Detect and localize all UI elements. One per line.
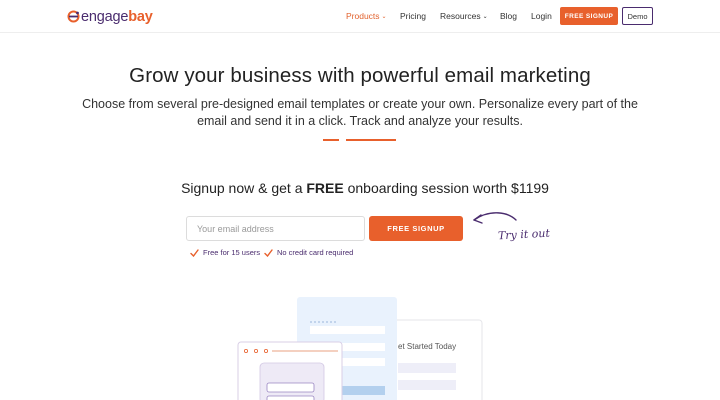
offer-highlight: FREE <box>306 180 344 196</box>
offer-prefix: Signup now & get a <box>181 180 307 196</box>
benefit-label: Free for 15 users <box>203 248 261 257</box>
divider-dash-long <box>346 139 396 141</box>
try-it-out-label: Try it out <box>497 226 551 243</box>
email-templates-illustration: et Started Today <box>237 297 483 400</box>
template-card-field <box>310 326 385 334</box>
nav-blog[interactable]: Blog <box>500 11 517 21</box>
divider-dash-short <box>323 139 339 141</box>
hero-subtitle: Choose from several pre-designed email t… <box>82 97 638 128</box>
benefit-label: No credit card required <box>277 248 354 257</box>
chevron-down-icon: ⌄ <box>482 14 488 20</box>
offer-text: Signup now & get a FREE onboarding sessi… <box>0 180 720 196</box>
nav-products-label: Products <box>346 11 380 21</box>
nav-resources-label: Resources <box>440 11 481 21</box>
nav-blog-label: Blog <box>500 11 518 21</box>
free-signup-button[interactable]: FREE SIGNUP <box>369 216 463 241</box>
template-card-text: et Started Today <box>398 342 456 351</box>
logo-text: engagebay <box>81 9 153 25</box>
template-card-field <box>398 380 456 390</box>
benefit-no-card: No credit card required <box>264 248 353 257</box>
engagebay-logo-icon <box>67 10 80 23</box>
demo-button[interactable]: Demo <box>622 7 653 25</box>
template-card-panel <box>259 362 325 400</box>
logo-text-engage: engage <box>81 8 129 25</box>
page-title: Grow your business with powerful email m… <box>129 64 591 87</box>
benefit-free-users: Free for 15 users <box>190 248 260 257</box>
nav-login-label: Login <box>531 11 552 21</box>
logo[interactable]: engagebay <box>67 8 153 25</box>
template-card-field <box>266 395 315 400</box>
check-icon <box>264 248 273 257</box>
nav-free-signup-button[interactable]: FREE SIGNUP <box>560 7 618 25</box>
nav-pricing[interactable]: Pricing <box>400 11 426 21</box>
navbar: engagebay Products ⌄ Pricing Resources ⌄ B… <box>0 0 720 33</box>
nav-login[interactable]: Login <box>531 11 552 21</box>
check-icon <box>190 248 199 257</box>
nav-products[interactable]: Products ⌄ <box>346 11 387 21</box>
logo-text-bay: bay <box>128 8 153 25</box>
chevron-down-icon: ⌄ <box>381 14 387 20</box>
email-field[interactable] <box>186 216 365 241</box>
template-card-field <box>266 382 315 393</box>
nav-resources[interactable]: Resources ⌄ <box>440 11 488 21</box>
nav-pricing-label: Pricing <box>400 11 426 21</box>
offer-suffix: onboarding session worth $1199 <box>343 180 549 196</box>
template-card-field <box>398 363 456 373</box>
